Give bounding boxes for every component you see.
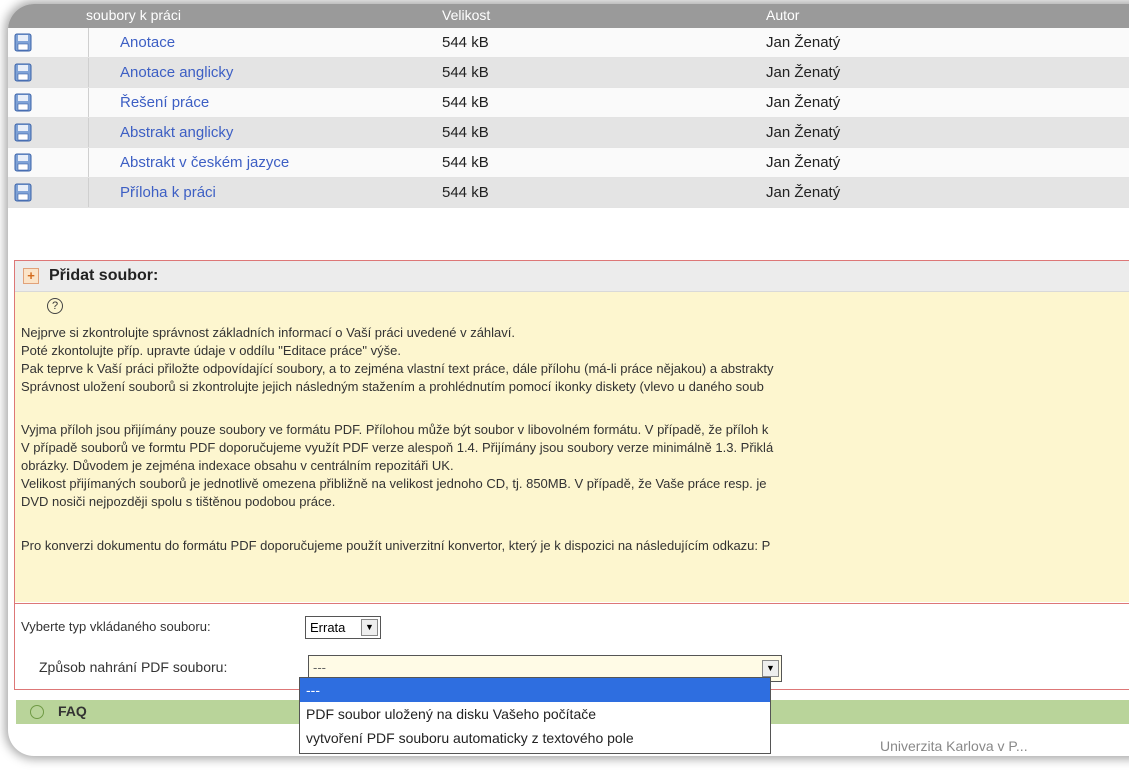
files-table: soubory k práci Velikost Autor Anotace 5… bbox=[8, 4, 1129, 208]
help-text: obrázky. Důvodem je zejména indexace obs… bbox=[21, 458, 454, 473]
file-size: 544 kB bbox=[442, 34, 489, 51]
faq-icon bbox=[30, 705, 44, 719]
upload-method-value: --- bbox=[313, 660, 326, 675]
help-text: Nejprve si zkontrolujte správnost základ… bbox=[21, 325, 515, 340]
dropdown-option[interactable]: --- bbox=[300, 678, 770, 702]
file-size: 544 kB bbox=[442, 154, 489, 171]
faq-label: FAQ bbox=[58, 703, 87, 719]
header-size: Velikost bbox=[442, 7, 491, 23]
file-size: 544 kB bbox=[442, 64, 489, 81]
file-link[interactable]: Abstrakt anglicky bbox=[120, 124, 233, 141]
add-file-title: Přidat soubor: bbox=[49, 267, 159, 284]
help-text: Velikost přijímaných souborů je jednotli… bbox=[21, 476, 767, 491]
table-row: Řešení práce 544 kB Jan Ženatý bbox=[8, 88, 1129, 118]
upload-method-options: --- PDF soubor uložený na disku Vašeho p… bbox=[299, 677, 771, 754]
table-row: Abstrakt v českém jazyce 544 kB Jan Žena… bbox=[8, 148, 1129, 178]
help-text: Pak teprve k Vaší práci přiložte odpovíd… bbox=[21, 361, 774, 376]
file-type-select[interactable]: Errata ▼ bbox=[305, 616, 381, 639]
floppy-disk-icon[interactable] bbox=[14, 93, 32, 112]
footer-text: Univerzita Karlova v P... bbox=[880, 738, 1028, 754]
table-row: Anotace 544 kB Jan Ženatý bbox=[8, 28, 1129, 58]
dropdown-option[interactable]: PDF soubor uložený na disku Vašeho počít… bbox=[300, 702, 770, 726]
help-text: V případě souborů ve formtu PDF doporuču… bbox=[21, 440, 774, 455]
add-file-header[interactable]: + Přidat soubor: bbox=[15, 261, 1129, 292]
help-text: Poté zkontolujte příp. upravte údaje v o… bbox=[21, 343, 401, 358]
upload-method-label: Způsob nahrání PDF souboru: bbox=[39, 659, 228, 675]
table-row: Abstrakt anglicky 544 kB Jan Ženatý bbox=[8, 118, 1129, 148]
file-author: Jan Ženatý bbox=[766, 184, 841, 201]
floppy-disk-icon[interactable] bbox=[14, 63, 32, 82]
table-row: Anotace anglicky 544 kB Jan Ženatý bbox=[8, 58, 1129, 88]
file-author: Jan Ženatý bbox=[766, 64, 841, 81]
divider bbox=[15, 603, 1129, 604]
column-divider bbox=[88, 178, 89, 207]
dropdown-arrow-icon[interactable]: ▼ bbox=[762, 660, 779, 677]
header-files: soubory k práci bbox=[86, 7, 181, 23]
column-divider bbox=[88, 148, 89, 177]
add-file-panel: + Přidat soubor: ? Nejprve si zkontroluj… bbox=[14, 260, 1129, 690]
dropdown-option[interactable]: vytvoření PDF souboru automaticky z text… bbox=[300, 726, 770, 750]
file-author: Jan Ženatý bbox=[766, 94, 841, 111]
column-divider bbox=[88, 118, 89, 147]
file-link[interactable]: Řešení práce bbox=[120, 94, 209, 111]
file-link[interactable]: Anotace anglicky bbox=[120, 64, 233, 81]
file-type-label: Vyberte typ vkládaného souboru: bbox=[21, 619, 211, 634]
floppy-disk-icon[interactable] bbox=[14, 183, 32, 202]
help-text: Vyjma příloh jsou přijímány pouze soubor… bbox=[21, 422, 769, 437]
dropdown-arrow-icon[interactable]: ▼ bbox=[361, 619, 378, 636]
file-type-value: Errata bbox=[310, 620, 346, 635]
help-text: Správnost uložení souborů si zkontrolujt… bbox=[21, 379, 764, 394]
file-size: 544 kB bbox=[442, 184, 489, 201]
file-size: 544 kB bbox=[442, 124, 489, 141]
plus-icon[interactable]: + bbox=[23, 268, 39, 284]
page-frame: soubory k práci Velikost Autor Anotace 5… bbox=[8, 4, 1129, 756]
file-author: Jan Ženatý bbox=[766, 124, 841, 141]
help-text: Pro konverzi dokumentu do formátu PDF do… bbox=[21, 538, 771, 553]
column-divider bbox=[88, 28, 89, 57]
file-size: 544 kB bbox=[442, 94, 489, 111]
table-row: Příloha k práci 544 kB Jan Ženatý bbox=[8, 178, 1129, 208]
header-author: Autor bbox=[766, 7, 800, 23]
file-link[interactable]: Abstrakt v českém jazyce bbox=[120, 154, 289, 171]
floppy-disk-icon[interactable] bbox=[14, 123, 32, 142]
file-author: Jan Ženatý bbox=[766, 154, 841, 171]
floppy-disk-icon[interactable] bbox=[14, 33, 32, 52]
file-author: Jan Ženatý bbox=[766, 34, 841, 51]
help-text: DVD nosiči nejpozději spolu s tištěnou p… bbox=[21, 494, 336, 509]
floppy-disk-icon[interactable] bbox=[14, 153, 32, 172]
help-box: ? Nejprve si zkontrolujte správnost zákl… bbox=[15, 292, 1129, 602]
file-link[interactable]: Anotace bbox=[120, 34, 175, 51]
column-divider bbox=[88, 88, 89, 117]
column-divider bbox=[88, 58, 89, 87]
files-table-header: soubory k práci Velikost Autor bbox=[8, 4, 1129, 28]
file-link[interactable]: Příloha k práci bbox=[120, 184, 216, 201]
help-icon[interactable]: ? bbox=[47, 298, 63, 314]
